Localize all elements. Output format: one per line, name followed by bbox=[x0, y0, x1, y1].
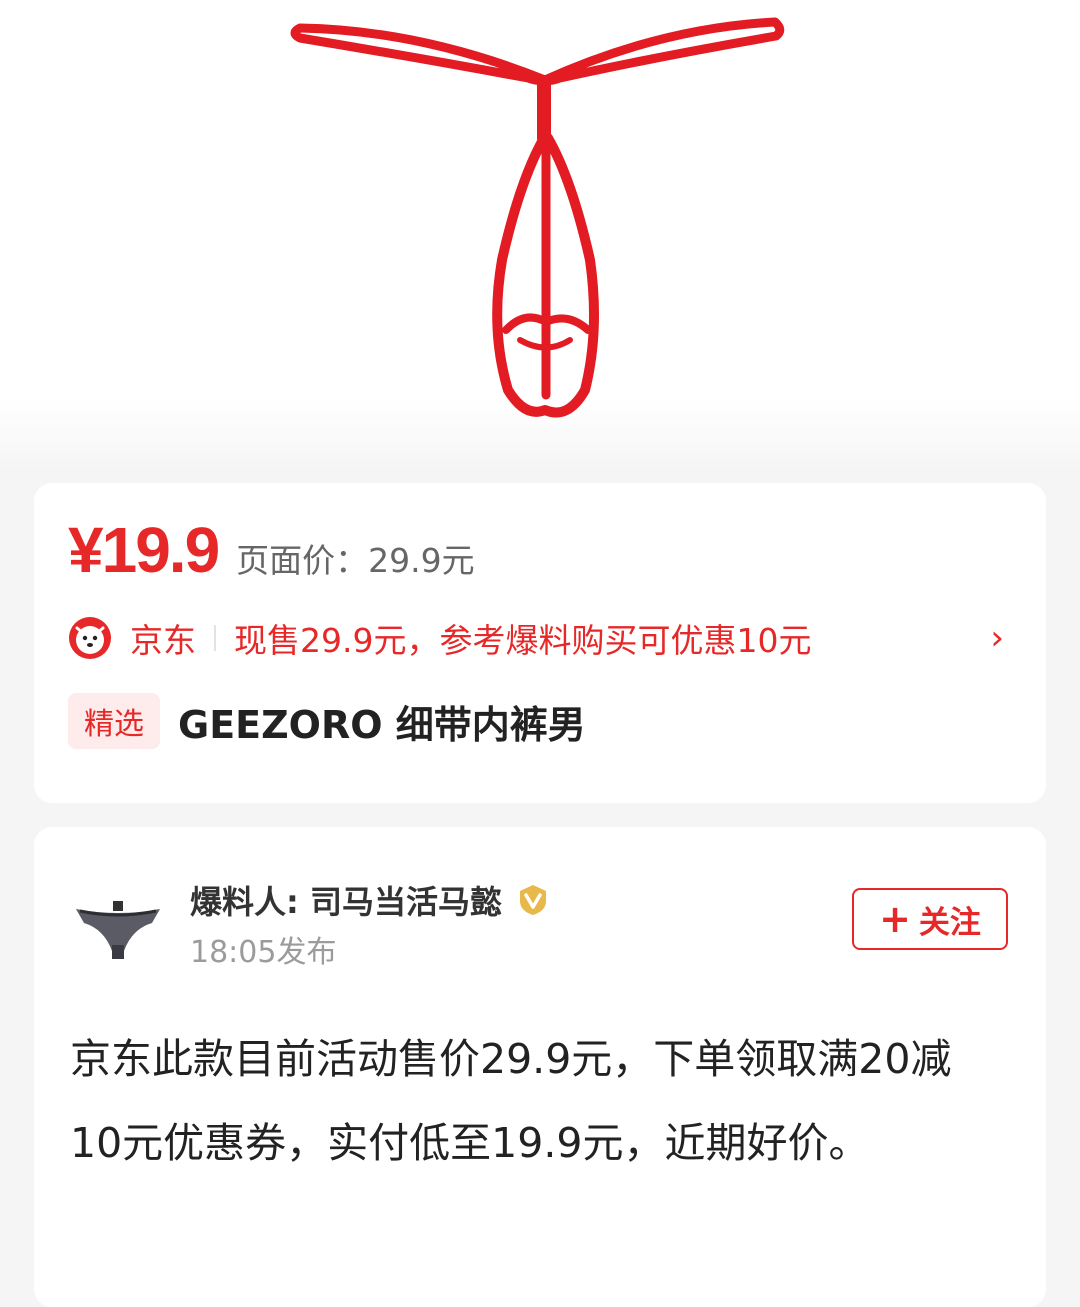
store-divider bbox=[214, 625, 216, 651]
plus-icon: + bbox=[879, 897, 911, 941]
title-row: 精选 GEEZORO 细带内裤男 bbox=[68, 693, 586, 749]
store-description: 现售29.9元，参考爆料购买可优惠10元 bbox=[234, 621, 812, 660]
chevron-right-icon[interactable]: › bbox=[990, 618, 1004, 658]
product-title: GEEZORO 细带内裤男 bbox=[178, 702, 586, 747]
page-price: 页面价：29.9元 bbox=[236, 541, 475, 580]
post-time: 18:05发布 bbox=[190, 935, 337, 970]
store-link-row[interactable]: 京东 现售29.9元，参考爆料购买可优惠10元 › bbox=[68, 613, 1012, 663]
red-string-underwear-image bbox=[290, 17, 785, 418]
price-card: ¥19.9 页面价：29.9元 京东 现售29.9元，参考爆料购买可优惠10元 … bbox=[34, 483, 1046, 803]
underwear-avatar-image bbox=[76, 901, 160, 959]
follow-label: 关注 bbox=[918, 904, 981, 941]
jd-dog-icon bbox=[69, 617, 111, 659]
author-name-row[interactable]: 爆料人: 司马当活马懿 bbox=[190, 877, 550, 923]
post-content: 京东此款目前活动售价29.9元，下单领取满20减10元优惠券，实付低至19.9元… bbox=[70, 1035, 952, 1167]
price-row: ¥19.9 页面价：29.9元 bbox=[68, 513, 475, 587]
product-hero-image[interactable] bbox=[0, 0, 1080, 470]
author-card: 爆料人: 司马当活马懿 18:05发布 + 关注 京东此款目前活动售价29.9元… bbox=[34, 827, 1046, 1307]
featured-tag: 精选 bbox=[68, 693, 160, 749]
avatar[interactable] bbox=[70, 879, 166, 975]
follow-button[interactable]: + 关注 bbox=[852, 888, 1008, 950]
current-price: ¥19.9 bbox=[68, 514, 220, 586]
verified-v-icon bbox=[519, 885, 546, 915]
author-name: 爆料人: 司马当活马懿 bbox=[190, 883, 502, 921]
store-name: 京东 bbox=[130, 621, 196, 660]
